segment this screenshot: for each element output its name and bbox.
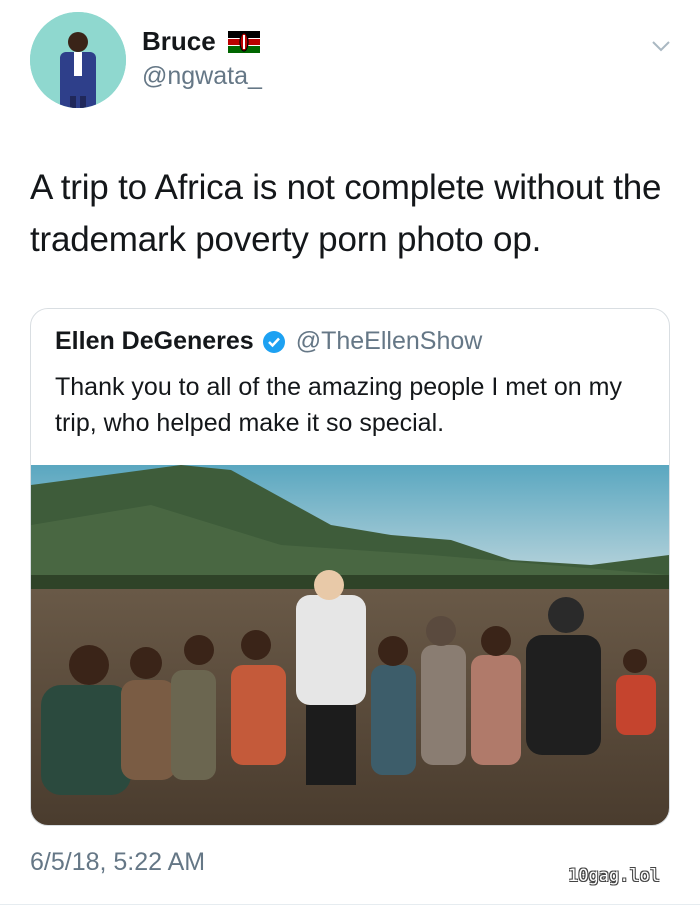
- avatar-photo: [30, 12, 126, 108]
- author-avatar[interactable]: [30, 12, 126, 108]
- tweet-timestamp[interactable]: 6/5/18, 5:22 AM: [30, 848, 205, 877]
- divider: [0, 904, 700, 905]
- quoted-tweet-text: Thank you to all of the amazing people I…: [55, 373, 622, 437]
- kenya-flag-icon: [227, 30, 260, 53]
- quoted-display-name: Ellen DeGeneres: [55, 327, 254, 355]
- author-handle[interactable]: @ngwata_: [142, 62, 262, 91]
- quoted-tweet-photo[interactable]: [31, 465, 669, 825]
- site-watermark: 10gag.lol: [568, 866, 661, 886]
- chevron-down-icon[interactable]: [651, 36, 671, 56]
- quoted-tweet-card[interactable]: Ellen DeGeneres @TheEllenShow Thank you …: [30, 308, 670, 826]
- quoted-handle: @TheEllenShow: [295, 327, 483, 355]
- verified-badge-icon: [262, 330, 285, 353]
- tweet-text: A trip to Africa is not complete without…: [30, 168, 662, 259]
- author-display-name[interactable]: Bruce: [142, 26, 216, 57]
